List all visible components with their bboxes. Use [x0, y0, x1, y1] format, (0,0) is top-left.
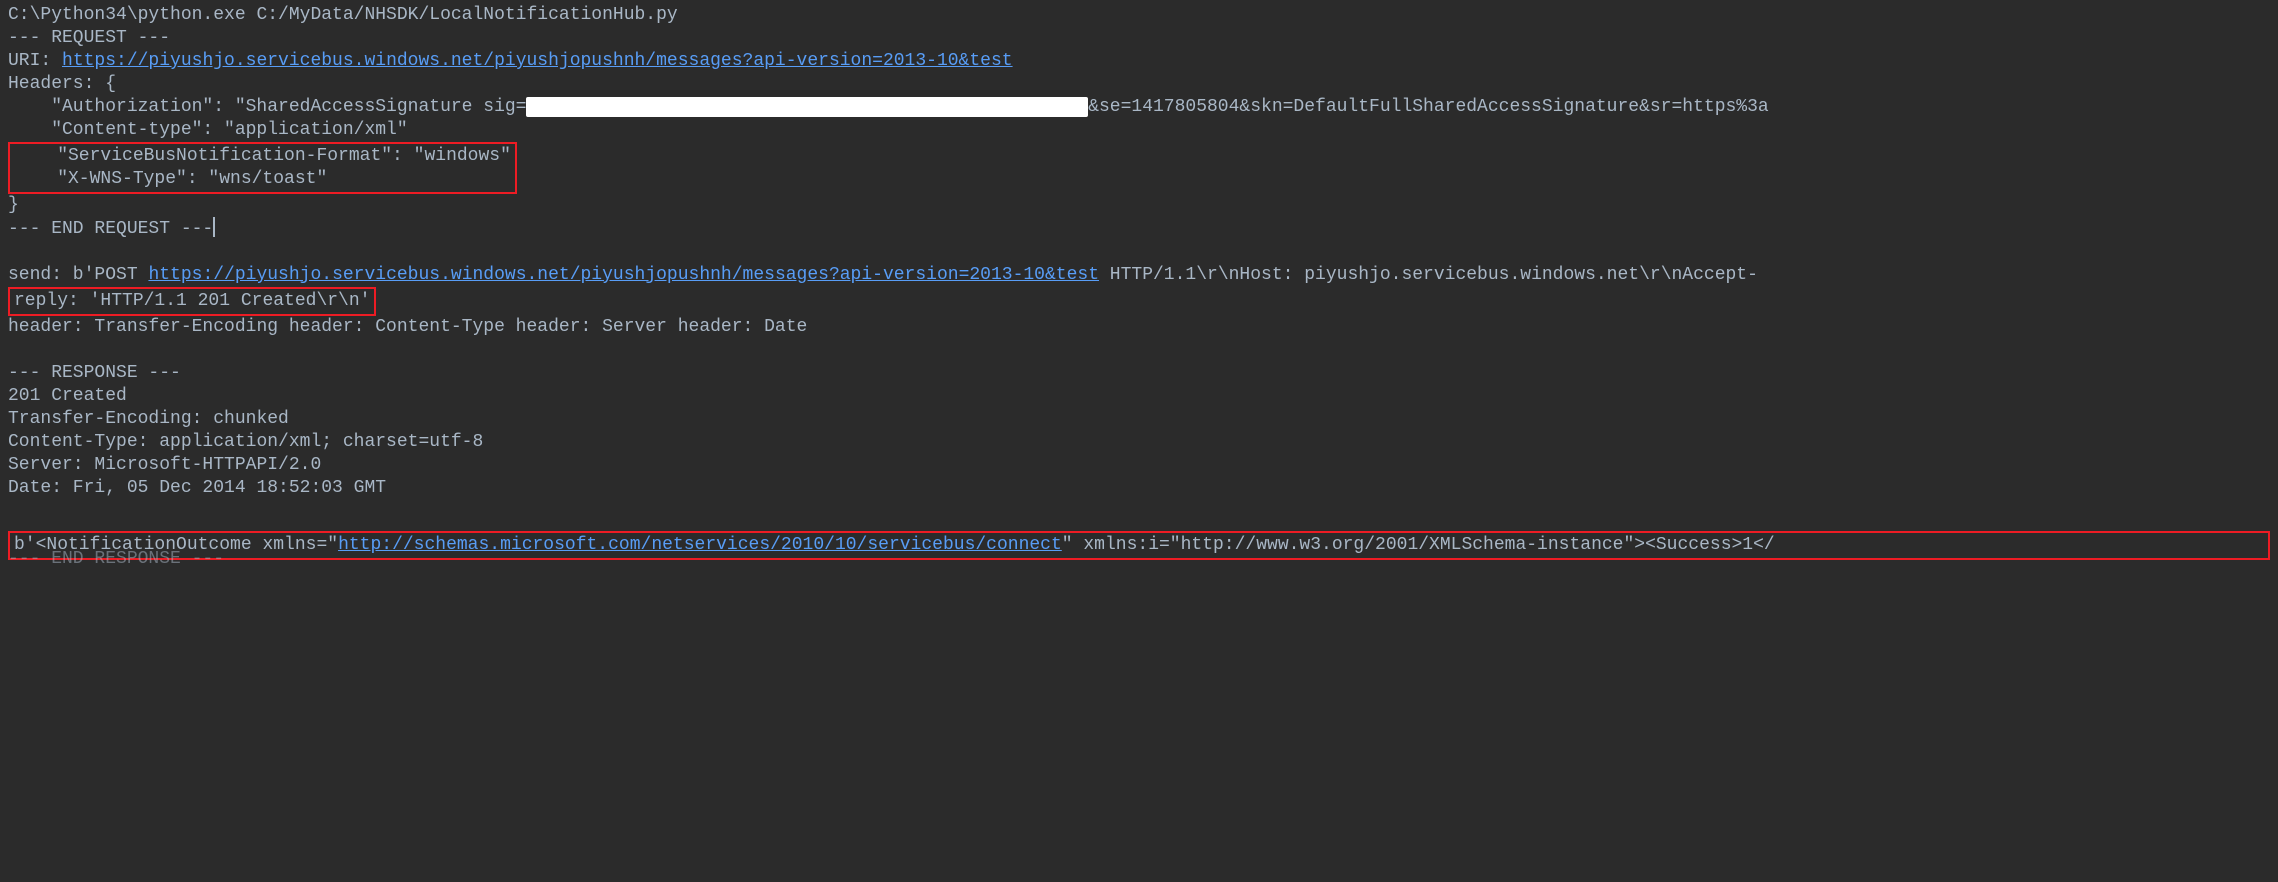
reply-line: reply: 'HTTP/1.1 201 Created\r\n'	[14, 290, 370, 313]
auth-pre: "Authorization": "SharedAccessSignature …	[51, 97, 526, 117]
headers-close: }	[8, 194, 2270, 217]
terminal-output[interactable]: C:\Python34\python.exe C:/MyData/NHSDK/L…	[8, 4, 2270, 571]
end-request-marker: --- END REQUEST ---	[8, 217, 2270, 241]
send-link[interactable]: https://piyushjo.servicebus.windows.net/…	[148, 265, 1099, 285]
highlight-box-headers: "ServiceBusNotification-Format": "window…	[8, 142, 517, 194]
response-server: Server: Microsoft-HTTPAPI/2.0	[8, 454, 2270, 477]
response-transfer-encoding: Transfer-Encoding: chunked	[8, 408, 2270, 431]
highlight-box-reply: reply: 'HTTP/1.1 201 Created\r\n'	[8, 287, 376, 316]
command-line: C:\Python34\python.exe C:/MyData/NHSDK/L…	[8, 4, 2270, 27]
blank-line-3	[8, 500, 2270, 523]
blank-line	[8, 241, 2270, 264]
send-line: send: b'POST https://piyushjo.servicebus…	[8, 264, 2270, 287]
header-content-type: "Content-type": "application/xml"	[8, 119, 2270, 142]
header-wns-type: "X-WNS-Type": "wns/toast"	[14, 168, 511, 191]
response-content-type: Content-Type: application/xml; charset=u…	[8, 431, 2270, 454]
auth-redacted: G%2FwwkNG6pHNk40fGw92S%2BI7o5w3D=IHSQ/H2…	[526, 97, 1088, 117]
response-status: 201 Created	[8, 385, 2270, 408]
headers-open: Headers: {	[8, 73, 2270, 96]
uri-line: URI: https://piyushjo.servicebus.windows…	[8, 50, 2270, 73]
send-post: HTTP/1.1\r\nHost: piyushjo.servicebus.wi…	[1099, 265, 1758, 285]
request-marker: --- REQUEST ---	[8, 27, 2270, 50]
end-request-text: --- END REQUEST ---	[8, 219, 213, 239]
uri-link[interactable]: https://piyushjo.servicebus.windows.net/…	[62, 51, 1013, 71]
header-summary-line: header: Transfer-Encoding header: Conten…	[8, 316, 2270, 339]
uri-label: URI:	[8, 51, 62, 71]
auth-post: &se=1417805804&skn=DefaultFullSharedAcce…	[1088, 97, 1769, 117]
header-authorization: "Authorization": "SharedAccessSignature …	[8, 96, 2270, 119]
header-sb-format: "ServiceBusNotification-Format": "window…	[14, 145, 511, 168]
response-date: Date: Fri, 05 Dec 2014 18:52:03 GMT	[8, 477, 2270, 500]
text-cursor	[213, 217, 215, 237]
send-pre: send: b'POST	[8, 265, 148, 285]
response-marker: --- RESPONSE ---	[8, 362, 2270, 385]
end-response-marker: --- END RESPONSE ---	[8, 548, 2270, 571]
blank-line-2	[8, 339, 2270, 362]
